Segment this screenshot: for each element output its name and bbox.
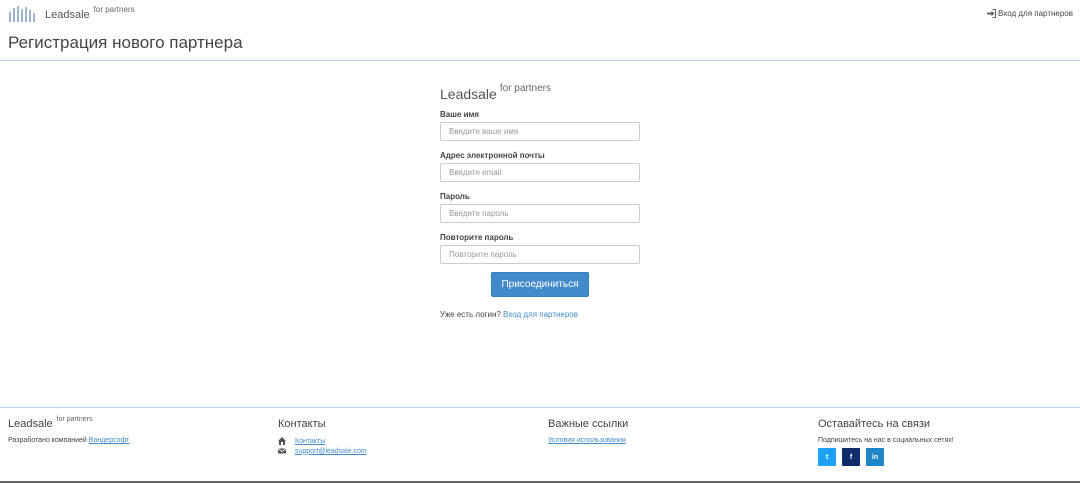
name-field-group: Ваше имя xyxy=(440,110,640,141)
facebook-icon: f xyxy=(849,453,853,461)
social-heading: Оставайтесь на связи xyxy=(818,418,931,430)
twitter-icon: t xyxy=(825,453,829,461)
header-brand-sup: for partners xyxy=(93,5,135,14)
subscribe-text: Подпишитесь на нас в социальных сетях! xyxy=(818,437,954,444)
developed-text: Разработано компанией xyxy=(8,437,87,444)
password-field-group: Пароль xyxy=(440,192,640,223)
form-partner-login-link[interactable]: Вход для партнеров xyxy=(503,310,578,319)
repeat-password-field-group: Повторите пароль xyxy=(440,233,640,264)
home-icon xyxy=(278,437,286,445)
footer-brand: Leadsale for partners xyxy=(8,416,129,436)
form-brand-name: Leadsale xyxy=(440,86,497,102)
title-divider xyxy=(0,60,1080,61)
footer-brand-name: Leadsale xyxy=(8,418,53,430)
form-brand: Leadsale for partners xyxy=(440,83,640,104)
password-input[interactable] xyxy=(440,204,640,223)
contacts-heading: Контакты xyxy=(278,418,326,430)
password-label: Пароль xyxy=(440,192,470,201)
contacts-row: Контакты xyxy=(278,436,367,446)
email-row: support@leadsale.com xyxy=(278,446,367,456)
linkedin-button[interactable]: in xyxy=(866,448,884,466)
facebook-button[interactable]: f xyxy=(842,448,860,466)
footer-divider xyxy=(0,407,1080,408)
social-buttons: t f in xyxy=(818,448,954,466)
already-text: Уже есть логин? xyxy=(440,310,501,319)
leadsale-logo-icon[interactable] xyxy=(8,6,36,22)
footer-links-column: Важные ссылки Условия использования xyxy=(548,418,628,444)
support-email-link[interactable]: support@leadsale.com xyxy=(295,448,367,455)
footer-social-column: Оставайтесь на связи Подпишитесь на нас … xyxy=(818,418,954,466)
footer-contacts-column: Контакты Контакты support@leadsale.com xyxy=(278,418,367,456)
terms-row: Условия использования xyxy=(548,437,628,444)
email-label: Адрес электронной почты xyxy=(440,151,545,160)
sign-in-icon xyxy=(987,9,997,18)
partner-login-link[interactable]: Вход для партнеров xyxy=(987,9,1073,18)
linkedin-icon: in xyxy=(871,453,879,461)
links-heading: Важные ссылки xyxy=(548,418,629,430)
repeat-password-label: Повторите пароль xyxy=(440,233,514,242)
footer-brand-sup: for partners xyxy=(56,416,93,423)
form-brand-sup: for partners xyxy=(499,83,551,94)
name-label: Ваше имя xyxy=(440,110,480,119)
terms-link[interactable]: Условия использования xyxy=(548,437,626,444)
top-bar: Leadsale for partners Вход для партнеров xyxy=(0,0,1080,28)
contacts-link[interactable]: Контакты xyxy=(295,438,325,445)
already-registered: Уже есть логин? Вход для партнеров xyxy=(440,310,578,319)
registration-form: Leadsalefor partners Ваше имя Адрес элек… xyxy=(440,83,640,319)
partner-login-label[interactable]: Вход для партнеров xyxy=(998,9,1073,18)
email-field-group: Адрес электронной почты xyxy=(440,151,640,182)
twitter-button[interactable]: t xyxy=(818,448,836,466)
header-brand-name[interactable]: Leadsale xyxy=(45,9,90,21)
developer-link[interactable]: Вандерсофт xyxy=(89,437,130,444)
envelope-icon xyxy=(278,448,286,454)
header-brand[interactable]: Leadsale for partners xyxy=(45,5,135,21)
name-input[interactable] xyxy=(440,122,640,141)
email-input[interactable] xyxy=(440,163,640,182)
footer-brand-column: Leadsale for partners Разработано компани… xyxy=(8,416,129,444)
join-button[interactable]: Присоединиться xyxy=(491,272,589,297)
repeat-password-input[interactable] xyxy=(440,245,640,264)
developed-by: Разработано компанией Вандерсофт xyxy=(8,437,129,444)
page-title: Регистрация нового партнера xyxy=(8,33,243,52)
